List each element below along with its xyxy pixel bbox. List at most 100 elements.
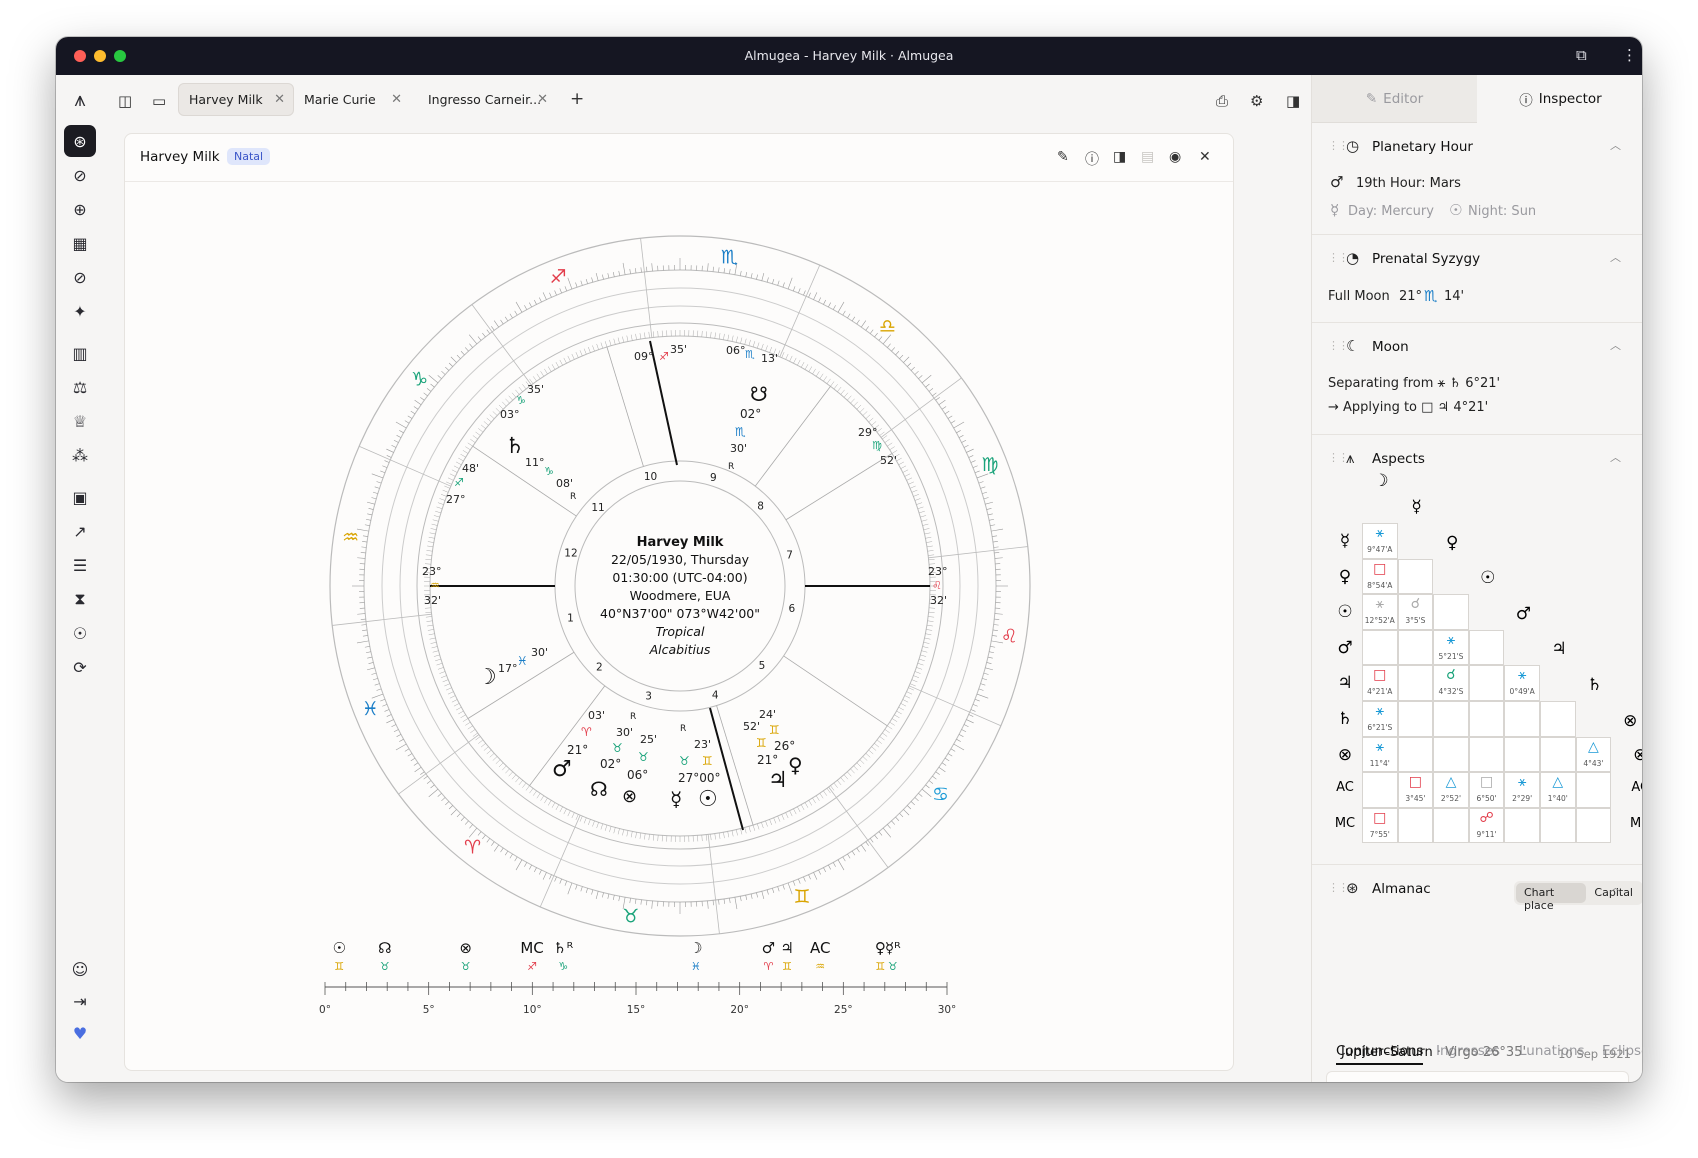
chevron-up-icon[interactable]: ︿ xyxy=(1610,137,1621,153)
degree-tick xyxy=(482,332,486,338)
close-chart-icon[interactable]: ✕ xyxy=(1199,149,1211,165)
ruler-point-sign: ♊ xyxy=(782,960,792,973)
aspect-cell[interactable] xyxy=(1397,558,1434,595)
aspect-cell[interactable] xyxy=(1468,629,1505,666)
more-menu-icon[interactable]: ⋮ xyxy=(1622,46,1637,64)
toggle-panel-icon[interactable]: ◨ xyxy=(1286,92,1300,110)
chart-wheel-icon[interactable]: ⊛ xyxy=(64,125,96,157)
aspect-cell[interactable] xyxy=(1504,736,1540,773)
degree-tick xyxy=(460,816,465,821)
folder-icon[interactable]: ▭ xyxy=(152,92,166,110)
aspect-cell[interactable] xyxy=(1397,701,1434,737)
inner-degree-tick xyxy=(626,335,629,342)
aspect-cell[interactable] xyxy=(1397,665,1434,701)
inner-degree-tick xyxy=(837,780,842,786)
degree-tick xyxy=(718,267,720,273)
extension-icon[interactable]: ⧉ xyxy=(1576,46,1587,64)
sun-icon[interactable]: ☉ xyxy=(64,617,96,649)
new-tab-icon[interactable]: + xyxy=(570,89,584,109)
sparkles-icon[interactable]: ✦ xyxy=(64,295,96,327)
degree-tick xyxy=(602,892,604,898)
sign-boundary xyxy=(640,238,653,338)
aspect-cell[interactable] xyxy=(1433,807,1469,844)
aspect-cell[interactable] xyxy=(1397,807,1434,844)
aspect-cell[interactable] xyxy=(1397,629,1434,666)
chevron-up-icon[interactable]: ︿ xyxy=(1610,879,1621,895)
aspect-cell[interactable] xyxy=(1433,594,1469,630)
aspect-cell[interactable] xyxy=(1362,772,1398,808)
tab-marie-curie[interactable]: Marie Curie ✕ xyxy=(294,83,410,116)
aspect-cell[interactable] xyxy=(1468,701,1505,737)
aspect-cell[interactable] xyxy=(1540,736,1576,773)
aspect-cell[interactable] xyxy=(1504,807,1540,844)
aspect-cell[interactable] xyxy=(1433,736,1469,773)
aspect-cell[interactable] xyxy=(1540,807,1576,844)
print-icon[interactable]: ⎙ xyxy=(1216,92,1228,110)
calendar-icon[interactable]: ▣ xyxy=(64,481,96,513)
close-tab-icon[interactable]: ✕ xyxy=(274,92,285,107)
planet-sign: ♉ xyxy=(638,750,649,764)
info-icon[interactable]: ⓘ xyxy=(1085,149,1099,169)
drag-handle-icon[interactable]: ⋮⋮ xyxy=(1328,251,1349,264)
toggle-chart-place[interactable]: Chart place xyxy=(1516,883,1587,912)
eclipse-icon[interactable]: ⊘ xyxy=(64,261,96,293)
tab-editor[interactable]: ✎ Editor xyxy=(1312,75,1477,123)
tab-ingresso[interactable]: Ingresso Carneir... ✕ xyxy=(418,83,556,116)
aspect-cell[interactable] xyxy=(1540,701,1576,737)
drag-handle-icon[interactable]: ⋮⋮ xyxy=(1328,339,1349,352)
toggle-sidebar-icon[interactable]: ◫ xyxy=(118,92,132,110)
scales-icon[interactable]: ⚖ xyxy=(64,371,96,403)
edit-icon[interactable]: ✎ xyxy=(1057,149,1069,165)
aspect-cell[interactable] xyxy=(1468,665,1505,701)
close-tab-icon[interactable]: ✕ xyxy=(537,92,548,107)
drag-handle-icon[interactable]: ⋮⋮ xyxy=(1328,881,1349,894)
center-ring xyxy=(574,480,786,692)
aspect-cell[interactable] xyxy=(1575,772,1612,808)
list-icon[interactable]: ☰ xyxy=(64,549,96,581)
tab-harvey-milk[interactable]: Harvey Milk ✕ xyxy=(178,83,294,116)
user-icon[interactable]: ☺ xyxy=(64,953,96,985)
bar-chart-icon[interactable]: ▥ xyxy=(64,337,96,369)
section-title: Moon xyxy=(1372,339,1409,355)
inner-degree-tick xyxy=(518,780,523,786)
path-icon[interactable]: ↗ xyxy=(64,515,96,547)
save-icon[interactable]: ▤ xyxy=(1141,149,1154,165)
split-view-icon[interactable]: ◨ xyxy=(1113,149,1126,165)
almanac-row[interactable]: Jupiter–Saturn · Virgo 26°35' 10 Sep 1921 xyxy=(1341,1045,1631,1061)
aspect-cell[interactable] xyxy=(1504,701,1540,737)
app-logo-icon[interactable]: ⩚ xyxy=(64,83,96,115)
degree-tick xyxy=(961,440,967,443)
trophy-icon[interactable]: ♕ xyxy=(64,405,96,437)
aspect-cell[interactable] xyxy=(1362,629,1398,666)
aspect-cell[interactable] xyxy=(1468,736,1505,773)
degree-tick xyxy=(448,362,453,367)
aspect-cell[interactable] xyxy=(1575,807,1612,844)
aspect-cell[interactable] xyxy=(1433,701,1469,737)
dots-triangle-icon[interactable]: ⁂ xyxy=(64,439,96,471)
chevron-up-icon[interactable]: ︿ xyxy=(1610,337,1621,353)
inner-degree-tick xyxy=(826,378,831,384)
drag-handle-icon[interactable]: ⋮⋮ xyxy=(1328,451,1349,464)
degree-tick xyxy=(958,435,964,438)
eye-icon[interactable]: ◉ xyxy=(1169,149,1181,165)
synastry-icon[interactable]: ⊘ xyxy=(64,159,96,191)
rotate-icon[interactable]: ⟳ xyxy=(64,651,96,683)
degree-tick xyxy=(772,278,775,284)
ruler-point-sign: ♓ xyxy=(691,960,701,973)
almanac-location-toggle[interactable]: Chart place Capital xyxy=(1514,881,1642,912)
logout-icon[interactable]: ⇥ xyxy=(64,985,96,1017)
settings-icon[interactable]: ⚙ xyxy=(1250,92,1263,110)
heart-icon[interactable]: ♥ xyxy=(64,1017,96,1049)
inner-degree-tick xyxy=(916,667,923,670)
chevron-up-icon[interactable]: ︿ xyxy=(1610,249,1621,265)
degree-tick xyxy=(407,415,413,419)
drag-handle-icon[interactable]: ⋮⋮ xyxy=(1328,139,1349,152)
chevron-up-icon[interactable]: ︿ xyxy=(1610,449,1621,465)
tab-inspector[interactable]: ⓘ Inspector xyxy=(1478,75,1642,123)
table-icon[interactable]: ▦ xyxy=(64,227,96,259)
globe-icon[interactable]: ⊕ xyxy=(64,193,96,225)
degree-tick xyxy=(491,841,495,846)
aspect-cell[interactable] xyxy=(1397,736,1434,773)
hourglass-icon[interactable]: ⧗ xyxy=(64,583,96,615)
close-tab-icon[interactable]: ✕ xyxy=(391,92,402,107)
